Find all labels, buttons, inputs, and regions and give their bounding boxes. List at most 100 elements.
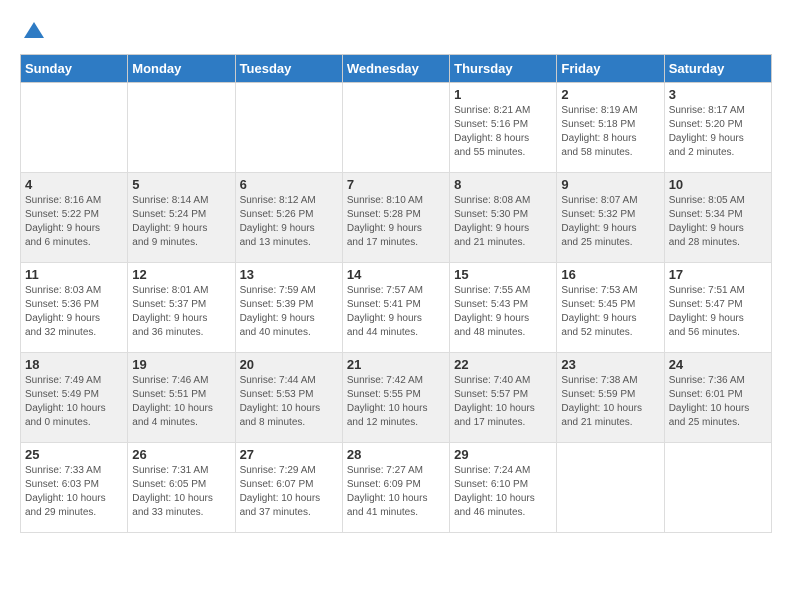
day-info: Sunrise: 7:40 AM Sunset: 5:57 PM Dayligh…: [454, 374, 552, 430]
day-info: Sunrise: 8:01 AM Sunset: 5:37 PM Dayligh…: [132, 284, 230, 340]
day-info: Sunrise: 7:53 AM Sunset: 5:45 PM Dayligh…: [561, 284, 659, 340]
day-number: 19: [132, 357, 230, 372]
day-header-wednesday: Wednesday: [342, 55, 449, 83]
day-info: Sunrise: 7:44 AM Sunset: 5:53 PM Dayligh…: [240, 374, 338, 430]
day-number: 21: [347, 357, 445, 372]
calendar-cell: 29Sunrise: 7:24 AM Sunset: 6:10 PM Dayli…: [450, 443, 557, 533]
calendar-cell: 4 Sunrise: 8:16 AM Sunset: 5:22 PM Daylig…: [21, 173, 128, 263]
day-number: 18: [25, 357, 123, 372]
day-info: Sunrise: 7:27 AM Sunset: 6:09 PM Dayligh…: [347, 464, 445, 520]
calendar-cell: 17 Sunrise: 7:51 AM Sunset: 5:47 PM Dayli…: [664, 263, 771, 353]
day-header-saturday: Saturday: [664, 55, 771, 83]
calendar-cell: 1 Sunrise: 8:21 AM Sunset: 5:16 PM Daylig…: [450, 83, 557, 173]
day-info: Sunrise: 7:59 AM Sunset: 5:39 PM Dayligh…: [240, 284, 338, 340]
calendar-cell: 2 Sunrise: 8:19 AM Sunset: 5:18 PM Daylig…: [557, 83, 664, 173]
day-info: Sunrise: 7:42 AM Sunset: 5:55 PM Dayligh…: [347, 374, 445, 430]
day-info: Sunrise: 8:05 AM Sunset: 5:34 PM Dayligh…: [669, 194, 767, 250]
calendar-week-row: 25 Sunrise: 7:33 AM Sunset: 6:03 PM Dayli…: [21, 443, 772, 533]
calendar-header-row: SundayMondayTuesdayWednesdayThursdayFrid…: [21, 55, 772, 83]
calendar-cell: [128, 83, 235, 173]
calendar-week-row: 1 Sunrise: 8:21 AM Sunset: 5:16 PM Daylig…: [21, 83, 772, 173]
day-info: Sunrise: 8:03 AM Sunset: 5:36 PM Dayligh…: [25, 284, 123, 340]
calendar-cell: 18 Sunrise: 7:49 AM Sunset: 5:49 PM Dayli…: [21, 353, 128, 443]
day-number: 8: [454, 177, 552, 192]
calendar-week-row: 4 Sunrise: 8:16 AM Sunset: 5:22 PM Daylig…: [21, 173, 772, 263]
day-number: 16: [561, 267, 659, 282]
day-number: 5: [132, 177, 230, 192]
day-number: 14: [347, 267, 445, 282]
day-info: Sunrise: 8:12 AM Sunset: 5:26 PM Dayligh…: [240, 194, 338, 250]
day-number: 1: [454, 87, 552, 102]
calendar-week-row: 11Sunrise: 8:03 AM Sunset: 5:36 PM Dayli…: [21, 263, 772, 353]
calendar-cell: [342, 83, 449, 173]
day-header-monday: Monday: [128, 55, 235, 83]
day-info: Sunrise: 7:51 AM Sunset: 5:47 PM Dayligh…: [669, 284, 767, 340]
calendar-cell: 3 Sunrise: 8:17 AM Sunset: 5:20 PM Daylig…: [664, 83, 771, 173]
day-number: 24: [669, 357, 767, 372]
day-number: 26: [132, 447, 230, 462]
day-number: 22: [454, 357, 552, 372]
logo-icon: [22, 20, 46, 44]
day-info: Sunrise: 8:10 AM Sunset: 5:28 PM Dayligh…: [347, 194, 445, 250]
day-number: 15: [454, 267, 552, 282]
day-number: 13: [240, 267, 338, 282]
day-info: Sunrise: 8:07 AM Sunset: 5:32 PM Dayligh…: [561, 194, 659, 250]
day-info: Sunrise: 7:31 AM Sunset: 6:05 PM Dayligh…: [132, 464, 230, 520]
day-header-sunday: Sunday: [21, 55, 128, 83]
day-info: Sunrise: 8:14 AM Sunset: 5:24 PM Dayligh…: [132, 194, 230, 250]
day-info: Sunrise: 8:16 AM Sunset: 5:22 PM Dayligh…: [25, 194, 123, 250]
day-number: 3: [669, 87, 767, 102]
calendar-cell: 26 Sunrise: 7:31 AM Sunset: 6:05 PM Dayli…: [128, 443, 235, 533]
day-info: Sunrise: 8:17 AM Sunset: 5:20 PM Dayligh…: [669, 104, 767, 160]
day-number: 25: [25, 447, 123, 462]
calendar-cell: 24 Sunrise: 7:36 AM Sunset: 6:01 PM Dayli…: [664, 353, 771, 443]
calendar-cell: 14 Sunrise: 7:57 AM Sunset: 5:41 PM Dayli…: [342, 263, 449, 353]
day-number: 6: [240, 177, 338, 192]
day-number: 10: [669, 177, 767, 192]
calendar-cell: 23 Sunrise: 7:38 AM Sunset: 5:59 PM Dayli…: [557, 353, 664, 443]
day-info: Sunrise: 8:19 AM Sunset: 5:18 PM Dayligh…: [561, 104, 659, 160]
calendar-cell: 13 Sunrise: 7:59 AM Sunset: 5:39 PM Dayli…: [235, 263, 342, 353]
day-info: Sunrise: 8:08 AM Sunset: 5:30 PM Dayligh…: [454, 194, 552, 250]
calendar-week-row: 18 Sunrise: 7:49 AM Sunset: 5:49 PM Dayli…: [21, 353, 772, 443]
calendar-cell: 7 Sunrise: 8:10 AM Sunset: 5:28 PM Daylig…: [342, 173, 449, 263]
calendar-cell: 11Sunrise: 8:03 AM Sunset: 5:36 PM Dayli…: [21, 263, 128, 353]
day-header-friday: Friday: [557, 55, 664, 83]
calendar-cell: [235, 83, 342, 173]
calendar-cell: 28Sunrise: 7:27 AM Sunset: 6:09 PM Dayli…: [342, 443, 449, 533]
calendar-cell: [664, 443, 771, 533]
day-info: Sunrise: 8:21 AM Sunset: 5:16 PM Dayligh…: [454, 104, 552, 160]
day-info: Sunrise: 7:36 AM Sunset: 6:01 PM Dayligh…: [669, 374, 767, 430]
calendar-cell: 21 Sunrise: 7:42 AM Sunset: 5:55 PM Dayli…: [342, 353, 449, 443]
calendar-cell: 9 Sunrise: 8:07 AM Sunset: 5:32 PM Daylig…: [557, 173, 664, 263]
logo[interactable]: [20, 20, 46, 44]
calendar-cell: 6 Sunrise: 8:12 AM Sunset: 5:26 PM Daylig…: [235, 173, 342, 263]
day-number: 2: [561, 87, 659, 102]
day-info: Sunrise: 7:24 AM Sunset: 6:10 PM Dayligh…: [454, 464, 552, 520]
calendar-cell: 5 Sunrise: 8:14 AM Sunset: 5:24 PM Daylig…: [128, 173, 235, 263]
calendar-cell: 8 Sunrise: 8:08 AM Sunset: 5:30 PM Daylig…: [450, 173, 557, 263]
day-number: 7: [347, 177, 445, 192]
calendar-cell: 25 Sunrise: 7:33 AM Sunset: 6:03 PM Dayli…: [21, 443, 128, 533]
day-number: 23: [561, 357, 659, 372]
calendar-cell: 22 Sunrise: 7:40 AM Sunset: 5:57 PM Dayli…: [450, 353, 557, 443]
calendar-cell: 20Sunrise: 7:44 AM Sunset: 5:53 PM Dayli…: [235, 353, 342, 443]
day-number: 9: [561, 177, 659, 192]
calendar-cell: [557, 443, 664, 533]
day-info: Sunrise: 7:46 AM Sunset: 5:51 PM Dayligh…: [132, 374, 230, 430]
day-number: 17: [669, 267, 767, 282]
day-header-thursday: Thursday: [450, 55, 557, 83]
calendar-cell: [21, 83, 128, 173]
day-info: Sunrise: 7:49 AM Sunset: 5:49 PM Dayligh…: [25, 374, 123, 430]
day-number: 27: [240, 447, 338, 462]
day-number: 12: [132, 267, 230, 282]
calendar-cell: 10 Sunrise: 8:05 AM Sunset: 5:34 PM Dayli…: [664, 173, 771, 263]
calendar-cell: 15 Sunrise: 7:55 AM Sunset: 5:43 PM Dayli…: [450, 263, 557, 353]
day-number: 4: [25, 177, 123, 192]
day-info: Sunrise: 7:38 AM Sunset: 5:59 PM Dayligh…: [561, 374, 659, 430]
day-info: Sunrise: 7:29 AM Sunset: 6:07 PM Dayligh…: [240, 464, 338, 520]
day-info: Sunrise: 7:57 AM Sunset: 5:41 PM Dayligh…: [347, 284, 445, 340]
day-info: Sunrise: 7:55 AM Sunset: 5:43 PM Dayligh…: [454, 284, 552, 340]
day-info: Sunrise: 7:33 AM Sunset: 6:03 PM Dayligh…: [25, 464, 123, 520]
calendar-cell: 16 Sunrise: 7:53 AM Sunset: 5:45 PM Dayli…: [557, 263, 664, 353]
